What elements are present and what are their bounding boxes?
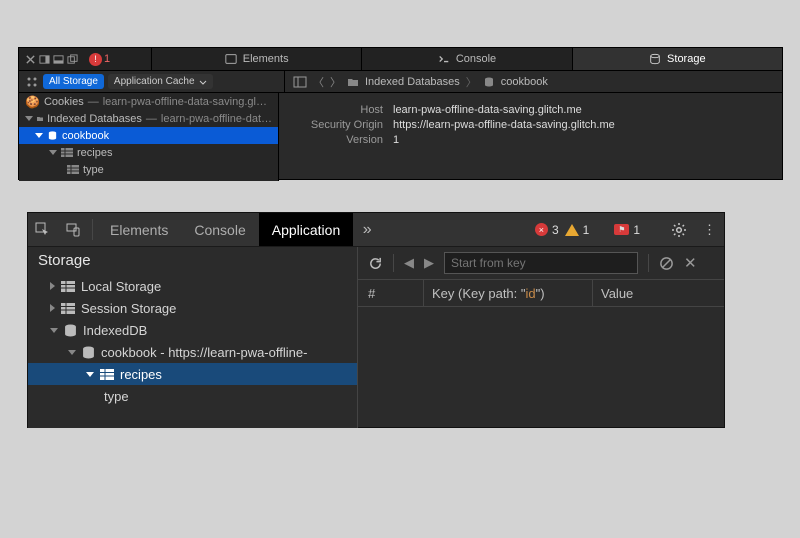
tree-index-type[interactable]: type	[19, 161, 278, 178]
dock-side-icon[interactable]	[39, 54, 50, 65]
tree-db-cookbook[interactable]: cookbook	[19, 127, 278, 144]
tab-elements[interactable]: Elements	[97, 213, 181, 246]
nav-forward-icon[interactable]: 〉	[330, 74, 341, 90]
delete-entry-icon[interactable]: ✕	[684, 254, 697, 272]
safari-tab-bar: !1 Elements Console Storage	[19, 48, 782, 71]
col-index[interactable]: #	[358, 280, 424, 306]
object-store-viewer: ◀ ▶ ✕ # Key (Key path: "id") Value	[358, 247, 724, 428]
col-key[interactable]: Key (Key path: "id")	[424, 280, 593, 306]
filter-all-storage[interactable]: All Storage	[43, 74, 104, 89]
popout-icon[interactable]	[67, 54, 78, 65]
start-from-key-input[interactable]	[444, 252, 638, 274]
page-next-icon[interactable]: ▶	[424, 255, 434, 271]
store-toolbar: ◀ ▶ ✕	[358, 247, 724, 280]
issues-badge[interactable]: ⚑1	[614, 223, 640, 237]
col-value[interactable]: Value	[593, 286, 724, 301]
detail-version-label: Version	[293, 134, 383, 146]
tree-cookies[interactable]: 🍪Cookies — learn-pwa-offline-data-saving…	[19, 93, 278, 110]
tab-application[interactable]: Application	[259, 213, 354, 246]
storage-tree: 🍪Cookies — learn-pwa-offline-data-saving…	[19, 93, 279, 181]
tree-indexed-databases[interactable]: Indexed Databases — learn-pwa-offline-da…	[19, 110, 278, 127]
tree-indexeddb[interactable]: IndexedDB	[28, 319, 357, 341]
tree-store-recipes[interactable]: recipes	[19, 144, 278, 161]
sidebar-toggle-icon[interactable]	[293, 75, 307, 89]
detail-version-value: 1	[393, 134, 399, 146]
storage-heading: Storage	[38, 252, 357, 269]
devtools-tab-bar: Elements Console Application » ×3 1 ⚑1 ⋮	[28, 213, 724, 247]
tree-db-cookbook[interactable]: cookbook - https://learn-pwa-offline-	[28, 341, 357, 363]
store-columns: # Key (Key path: "id") Value	[358, 280, 724, 307]
tree-store-recipes[interactable]: recipes	[28, 363, 357, 385]
status-badges: ×3 1 ⚑1	[535, 213, 663, 246]
error-badge-icon[interactable]: !1	[89, 54, 110, 65]
close-window-icon[interactable]	[25, 54, 36, 65]
dock-bottom-icon[interactable]	[53, 54, 64, 65]
settings-icon[interactable]	[663, 213, 695, 246]
errors-badge[interactable]: ×3	[535, 223, 559, 237]
filter-icon[interactable]	[25, 75, 39, 89]
detail-origin-value: https://learn-pwa-offline-data-saving.gl…	[393, 119, 615, 131]
detail-host-label: Host	[293, 104, 383, 116]
refresh-icon[interactable]	[368, 256, 383, 271]
application-sidebar: Storage Local Storage Session Storage In…	[28, 247, 358, 428]
page-prev-icon[interactable]: ◀	[404, 255, 414, 271]
safari-toolbar: All Storage Application Cache 〈 〉 Indexe…	[19, 71, 782, 93]
nav-back-icon[interactable]: 〈	[313, 74, 324, 90]
detail-origin-label: Security Origin	[293, 119, 383, 131]
safari-inspector-panel: !1 Elements Console Storage All Storage …	[18, 47, 783, 180]
clear-store-icon[interactable]	[659, 256, 674, 271]
inspect-element-icon[interactable]	[28, 213, 58, 246]
window-controls: !1	[19, 48, 151, 70]
folder-icon	[347, 76, 359, 88]
db-detail-pane: Host learn-pwa-offline-data-saving.glitch…	[279, 93, 782, 181]
tab-storage[interactable]: Storage	[572, 48, 782, 70]
more-menu-icon[interactable]: ⋮	[695, 213, 724, 246]
detail-host-value: learn-pwa-offline-data-saving.glitch.me	[393, 104, 582, 116]
tab-console[interactable]: Console	[181, 213, 258, 246]
tab-console[interactable]: Console	[361, 48, 571, 70]
warnings-badge[interactable]: 1	[565, 223, 590, 237]
tree-session-storage[interactable]: Session Storage	[28, 297, 357, 319]
more-tabs-icon[interactable]: »	[353, 213, 381, 246]
tree-index-type[interactable]: type	[28, 385, 357, 407]
chrome-devtools-panel: Elements Console Application » ×3 1 ⚑1 ⋮…	[27, 212, 725, 428]
database-icon	[483, 76, 495, 88]
filter-app-cache[interactable]: Application Cache	[108, 74, 213, 89]
device-toggle-icon[interactable]	[58, 213, 88, 246]
tab-elements[interactable]: Elements	[151, 48, 361, 70]
tree-local-storage[interactable]: Local Storage	[28, 275, 357, 297]
breadcrumb: Indexed Databases 〉 cookbook	[347, 74, 548, 90]
